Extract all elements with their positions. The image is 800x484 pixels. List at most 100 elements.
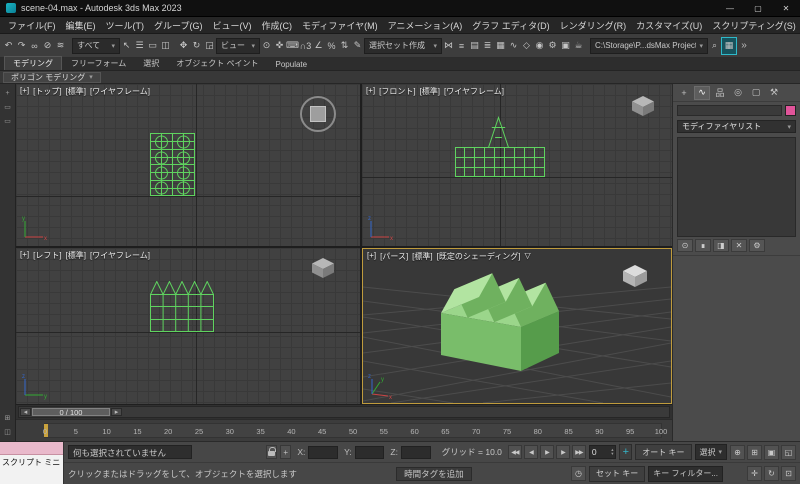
- trackbar-tick-50[interactable]: 50: [349, 427, 357, 436]
- display-tab[interactable]: ▢: [748, 86, 764, 100]
- viewcube[interactable]: [310, 256, 336, 280]
- select-and-link-button[interactable]: ∞: [28, 37, 41, 55]
- viewport-left[interactable]: [+] [レフト] [標準] [ワイヤフレーム] y z: [16, 248, 360, 404]
- orbit-button[interactable]: ↻: [764, 466, 779, 481]
- viewport-pov-menu[interactable]: [フロント]: [379, 86, 415, 97]
- trackbar-tick-90[interactable]: 90: [595, 427, 603, 436]
- trackbar-tick-25[interactable]: 25: [195, 427, 203, 436]
- viewport-layout-grid-button[interactable]: ⊞: [2, 412, 14, 424]
- time-slider-prev-icon[interactable]: ◂: [20, 408, 31, 416]
- trackbar-tick-55[interactable]: 55: [380, 427, 388, 436]
- spinner-snap-toggle[interactable]: ⇅: [338, 37, 351, 55]
- ribbon-tab-freeform[interactable]: フリーフォーム: [63, 57, 134, 70]
- mirror-button[interactable]: ⋈: [442, 37, 455, 55]
- trackbar-tick-30[interactable]: 30: [226, 427, 234, 436]
- selection-filter-dropdown[interactable]: すべて ▾: [72, 37, 120, 54]
- trackbar-tick-65[interactable]: 65: [441, 427, 449, 436]
- y-coordinate-input[interactable]: [354, 445, 385, 459]
- edit-named-selection-sets-button[interactable]: ✎: [351, 37, 364, 55]
- set-keys-button[interactable]: +: [619, 444, 633, 460]
- trackbar-tick-35[interactable]: 35: [256, 427, 264, 436]
- set-key-mode-button[interactable]: セット キー: [589, 465, 646, 482]
- zoom-region-button[interactable]: ◱: [781, 444, 797, 460]
- time-configuration-button[interactable]: ◷: [571, 466, 587, 481]
- ribbon-tab-modeling[interactable]: モデリング: [4, 56, 62, 70]
- select-and-scale-button[interactable]: ◲: [203, 37, 216, 55]
- trackbar-tick-95[interactable]: 95: [626, 427, 634, 436]
- highlighted-toolbar-button[interactable]: ▦: [721, 36, 737, 55]
- align-button[interactable]: ≡: [455, 37, 468, 55]
- select-and-rotate-button[interactable]: ↻: [190, 37, 203, 55]
- next-frame-button[interactable]: ▶: [555, 445, 570, 459]
- object-name-field[interactable]: [677, 105, 782, 116]
- viewport-shading-menu[interactable]: [ワイヤフレーム]: [90, 86, 150, 97]
- viewport-layout-split-button[interactable]: ◫: [2, 426, 14, 438]
- use-pivot-point-center-button[interactable]: ⊙: [260, 37, 273, 55]
- menu-item-3[interactable]: グループ(G): [149, 19, 207, 32]
- maximize-button[interactable]: ▢: [744, 0, 772, 16]
- key-selection-dropdown[interactable]: 選択 ▾: [694, 444, 728, 460]
- project-folder-dropdown[interactable]: C:\Storage\P...dsMax Project ▾: [590, 37, 708, 54]
- frame-spinner[interactable]: ▴ ▾: [611, 447, 613, 456]
- viewport-general-menu[interactable]: [+]: [366, 86, 375, 97]
- render-setup-button[interactable]: ⚙: [546, 37, 559, 55]
- trackbar-tick-5[interactable]: 5: [74, 427, 78, 436]
- trackbar-tick-10[interactable]: 10: [102, 427, 110, 436]
- menu-item-4[interactable]: ビュー(V): [207, 19, 256, 32]
- keyboard-shortcut-override-toggle[interactable]: ⌨: [286, 37, 299, 55]
- trackbar-tick-40[interactable]: 40: [287, 427, 295, 436]
- modifier-stack[interactable]: [677, 137, 796, 237]
- app-icon[interactable]: [6, 3, 16, 13]
- select-by-name-button[interactable]: ☰: [133, 37, 146, 55]
- trackbar-tick-45[interactable]: 45: [318, 427, 326, 436]
- toggle-ribbon-button[interactable]: ▦: [494, 37, 507, 55]
- viewport-perview-menu[interactable]: [標準]: [66, 250, 86, 261]
- go-to-end-button[interactable]: ▶▶: [571, 445, 586, 459]
- window-crossing-toggle[interactable]: ◫: [159, 37, 172, 55]
- viewcube[interactable]: [621, 263, 649, 289]
- menu-item-11[interactable]: スクリプティング(S): [707, 19, 800, 32]
- trackbar-tick-85[interactable]: 85: [564, 427, 572, 436]
- go-to-start-button[interactable]: ◀◀: [507, 445, 522, 459]
- ribbon-tab-populate[interactable]: Populate: [268, 59, 316, 70]
- toggle-layer-explorer-button[interactable]: ≣: [481, 37, 494, 55]
- trackbar-tick-80[interactable]: 80: [534, 427, 542, 436]
- previous-frame-button[interactable]: ◀: [523, 445, 538, 459]
- trackbar-tick-100[interactable]: 100: [655, 427, 668, 436]
- pan-view-button[interactable]: ✛: [747, 466, 762, 481]
- viewport-pov-menu[interactable]: [レフト]: [33, 250, 61, 261]
- zoom-all-button[interactable]: ⊞: [747, 444, 763, 460]
- viewport-perview-menu[interactable]: [標準]: [66, 86, 86, 97]
- add-time-tag-button[interactable]: 時間タグを追加: [396, 466, 472, 481]
- trackbar-tick-75[interactable]: 75: [503, 427, 511, 436]
- redo-button[interactable]: ↷: [15, 37, 28, 55]
- ribbon-tab-selection[interactable]: 選択: [135, 57, 167, 70]
- motion-tab[interactable]: ◎: [730, 86, 746, 100]
- snap-toggle-3d[interactable]: ∩3: [299, 37, 312, 55]
- mini-listener-script-row[interactable]: スクリプト ミニ リス: [0, 455, 63, 484]
- create-tab[interactable]: +: [676, 86, 692, 100]
- trackbar-tick-70[interactable]: 70: [472, 427, 480, 436]
- scene-object-wireframe-front[interactable]: [455, 116, 545, 177]
- zoom-extents-all-button[interactable]: ▣: [764, 444, 780, 460]
- scene-object-wireframe-left[interactable]: [150, 281, 214, 332]
- polygon-modeling-panel-tab[interactable]: ポリゴン モデリング ▾: [3, 71, 101, 83]
- select-and-manipulate-button[interactable]: ✜: [273, 37, 286, 55]
- viewport-perview-menu[interactable]: [標準]: [420, 86, 440, 97]
- viewport-general-menu[interactable]: [+]: [20, 250, 29, 261]
- menu-item-8[interactable]: グラフ エディタ(D): [467, 19, 554, 32]
- viewcube[interactable]: [300, 96, 336, 132]
- play-animation-button[interactable]: ▶: [539, 445, 554, 459]
- time-slider-next-icon[interactable]: ▸: [111, 408, 122, 416]
- object-color-swatch[interactable]: [785, 105, 796, 116]
- modify-tab[interactable]: ∿: [694, 85, 710, 100]
- make-unique-button[interactable]: ◨: [713, 239, 729, 252]
- viewport-front[interactable]: [+] [フロント] [標準] [ワイヤフレーム] x z: [362, 84, 672, 246]
- minimize-button[interactable]: —: [716, 0, 744, 16]
- unlink-selection-button[interactable]: ⊘: [41, 37, 54, 55]
- undo-button[interactable]: ↶: [2, 37, 15, 55]
- select-and-move-button[interactable]: ✥: [177, 37, 190, 55]
- trackbar-tick-0[interactable]: 0: [43, 427, 47, 436]
- rectangular-selection-region-button[interactable]: ▭: [146, 37, 159, 55]
- viewport-shading-menu[interactable]: [既定のシェーディング]: [437, 251, 521, 262]
